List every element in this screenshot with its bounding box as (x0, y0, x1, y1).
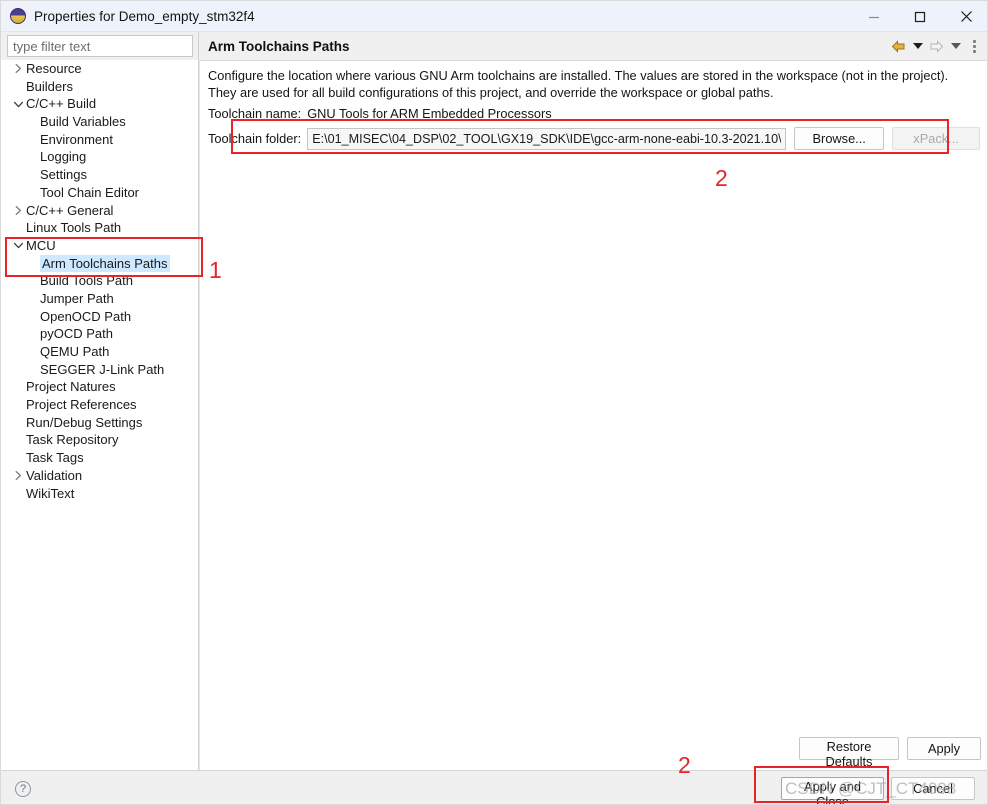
tree-item-label: Settings (40, 167, 87, 183)
toolchain-folder-label: Toolchain folder: (208, 131, 302, 146)
cancel-button[interactable]: Cancel (891, 777, 975, 800)
help-icon[interactable]: ? (15, 781, 31, 797)
tree-item-task-tags[interactable]: Task Tags (1, 449, 198, 467)
filter-input[interactable] (7, 35, 193, 57)
tree-item-label: SEGGER J-Link Path (40, 361, 165, 377)
tree-item-logging[interactable]: Logging (1, 148, 198, 166)
tree-item-label: Task Repository (26, 432, 119, 448)
tree-item-jumper-path[interactable]: Jumper Path (1, 290, 198, 308)
minimize-icon[interactable] (851, 1, 897, 32)
tree-item-label: Build Variables (40, 114, 126, 130)
tree-item-label: MCU (26, 237, 56, 253)
toolchain-folder-input[interactable] (307, 127, 787, 150)
tree-item-settings[interactable]: Settings (1, 166, 198, 184)
tree-item-label: OpenOCD Path (40, 308, 132, 324)
back-arrow-icon[interactable] (890, 36, 907, 56)
maximize-icon[interactable] (897, 1, 943, 32)
page-description: Configure the location where various GNU… (208, 68, 949, 100)
tree-item-label: Build Tools Path (40, 273, 133, 289)
tree-item-openocd-path[interactable]: OpenOCD Path (1, 308, 198, 326)
toolchain-name-label: Toolchain name: (208, 106, 302, 121)
tree-item-label: Project Natures (26, 379, 116, 395)
tree-item-c-c-build[interactable]: C/C++ Build (1, 95, 198, 113)
tree-item-resource[interactable]: Resource (1, 60, 198, 78)
toolchain-folder-row: Toolchain folder: Browse... xPack... (208, 127, 981, 150)
tree-item-c-c-general[interactable]: C/C++ General (1, 202, 198, 220)
tree-item-label: Jumper Path (40, 290, 114, 306)
tree-item-label: Builders (26, 78, 73, 94)
tree-item-label: C/C++ General (26, 202, 114, 218)
tree-item-label: Tool Chain Editor (40, 184, 139, 200)
tree-item-task-repository[interactable]: Task Repository (1, 431, 198, 449)
tree-item-project-references[interactable]: Project References (1, 396, 198, 414)
eclipse-icon (10, 8, 26, 24)
tree-item-label: Project References (26, 397, 137, 413)
xpack-button: xPack... (892, 127, 981, 150)
tree-item-linux-tools-path[interactable]: Linux Tools Path (1, 219, 198, 237)
chevron-down-icon[interactable] (12, 95, 24, 113)
page-header: Arm Toolchains Paths (199, 32, 987, 60)
tree-item-label: Logging (40, 149, 87, 165)
tree-item-qemu-path[interactable]: QEMU Path (1, 343, 198, 361)
browse-button[interactable]: Browse... (794, 127, 885, 150)
tree-item-validation[interactable]: Validation (1, 467, 198, 485)
tree-item-label: Environment (40, 131, 113, 147)
tree-item-environment[interactable]: Environment (1, 131, 198, 149)
tree-item-label: Arm Toolchains Paths (40, 254, 170, 273)
tree-item-label: pyOCD Path (40, 326, 113, 342)
forward-dropdown-chevron-down-icon[interactable] (947, 36, 964, 56)
tree-item-build-tools-path[interactable]: Build Tools Path (1, 272, 198, 290)
tree-item-label: WikiText (26, 485, 75, 501)
chevron-right-icon[interactable] (12, 60, 24, 78)
tree-item-wikitext[interactable]: WikiText (1, 485, 198, 503)
title-bar: Properties for Demo_empty_stm32f4 (1, 1, 987, 32)
tree-item-label: Validation (26, 467, 83, 483)
tree-item-label: Run/Debug Settings (26, 414, 143, 430)
window-controls (851, 1, 987, 32)
apply-and-close-button[interactable]: Apply and Close (781, 777, 884, 804)
navigation-toolbar (890, 32, 983, 60)
content-pane: Configure the location where various GNU… (199, 60, 987, 770)
kebab-menu-icon[interactable] (966, 36, 983, 56)
tree-item-label: QEMU Path (40, 344, 110, 359)
back-dropdown-chevron-down-icon[interactable] (909, 36, 926, 56)
left-panel: Resource Builders C/C++ Build Build Variabl… (1, 32, 199, 770)
settings-tree[interactable]: Resource Builders C/C++ Build Build Variabl… (1, 60, 198, 770)
tree-item-pyocd-path[interactable]: pyOCD Path (1, 325, 198, 343)
tree-item-label: C/C++ Build (26, 96, 97, 112)
page-title: Arm Toolchains Paths (208, 38, 350, 54)
close-icon[interactable] (943, 1, 987, 32)
tree-item-segger-j-link-path[interactable]: SEGGER J-Link Path (1, 361, 198, 379)
tree-item-label: Resource (26, 61, 82, 76)
toolchain-name-value: GNU Tools for ARM Embedded Processors (307, 106, 552, 121)
chevron-right-icon[interactable] (12, 202, 24, 220)
tree-item-project-natures[interactable]: Project Natures (1, 378, 198, 396)
forward-arrow-icon (928, 36, 945, 56)
tree-item-label: Linux Tools Path (26, 220, 122, 236)
window-title: Properties for Demo_empty_stm32f4 (34, 8, 255, 24)
tree-item-arm-toolchains-paths[interactable]: Arm Toolchains Paths (1, 254, 198, 273)
tree-item-label: Task Tags (26, 450, 84, 466)
tree-item-tool-chain-editor[interactable]: Tool Chain Editor (1, 184, 198, 202)
restore-defaults-button[interactable]: Restore Defaults (799, 737, 899, 769)
tree-item-mcu[interactable]: MCU (1, 237, 198, 255)
tree-item-builders[interactable]: Builders (1, 78, 198, 96)
tree-item-build-variables[interactable]: Build Variables (1, 113, 198, 131)
chevron-right-icon[interactable] (12, 467, 24, 485)
toolchain-name-row: Toolchain name: GNU Tools for ARM Embedd… (208, 106, 552, 121)
properties-dialog: Properties for Demo_empty_stm32f4 Arm To… (0, 0, 988, 805)
tree-item-run-debug-settings[interactable]: Run/Debug Settings (1, 414, 198, 432)
apply-button[interactable]: Apply (907, 737, 981, 760)
chevron-down-icon[interactable] (12, 237, 24, 255)
